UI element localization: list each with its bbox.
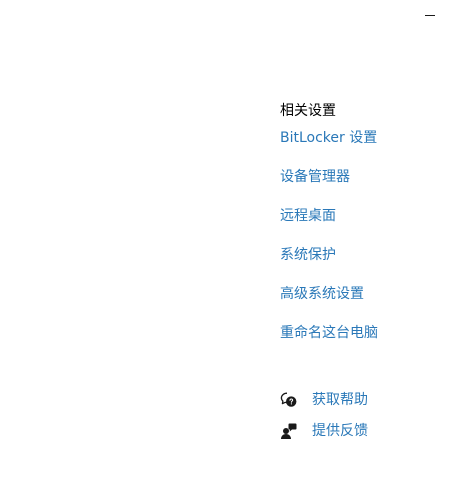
related-settings-title: 相关设置 bbox=[280, 103, 336, 119]
give-feedback-label: 提供反馈 bbox=[312, 423, 368, 439]
advanced-system-settings-link[interactable]: 高级系统设置 bbox=[280, 285, 364, 303]
minimize-icon bbox=[425, 15, 435, 16]
remote-desktop-link[interactable]: 远程桌面 bbox=[280, 207, 336, 225]
get-help-link[interactable]: 获取帮助 bbox=[280, 389, 368, 411]
feedback-icon bbox=[280, 422, 298, 440]
device-manager-link[interactable]: 设备管理器 bbox=[280, 168, 350, 186]
give-feedback-link[interactable]: 提供反馈 bbox=[280, 420, 368, 442]
bitlocker-settings-link[interactable]: BitLocker 设置 bbox=[280, 129, 377, 147]
get-help-label: 获取帮助 bbox=[312, 392, 368, 408]
minimize-button[interactable] bbox=[418, 6, 442, 26]
system-protection-link[interactable]: 系统保护 bbox=[280, 246, 336, 264]
rename-this-pc-link[interactable]: 重命名这台电脑 bbox=[280, 324, 378, 342]
settings-window: 相关设置 BitLocker 设置 设备管理器 远程桌面 系统保护 高级系统设置… bbox=[0, 0, 453, 501]
chat-help-icon bbox=[280, 391, 298, 409]
related-settings-section: 相关设置 BitLocker 设置 设备管理器 远程桌面 系统保护 高级系统设置… bbox=[280, 102, 450, 341]
